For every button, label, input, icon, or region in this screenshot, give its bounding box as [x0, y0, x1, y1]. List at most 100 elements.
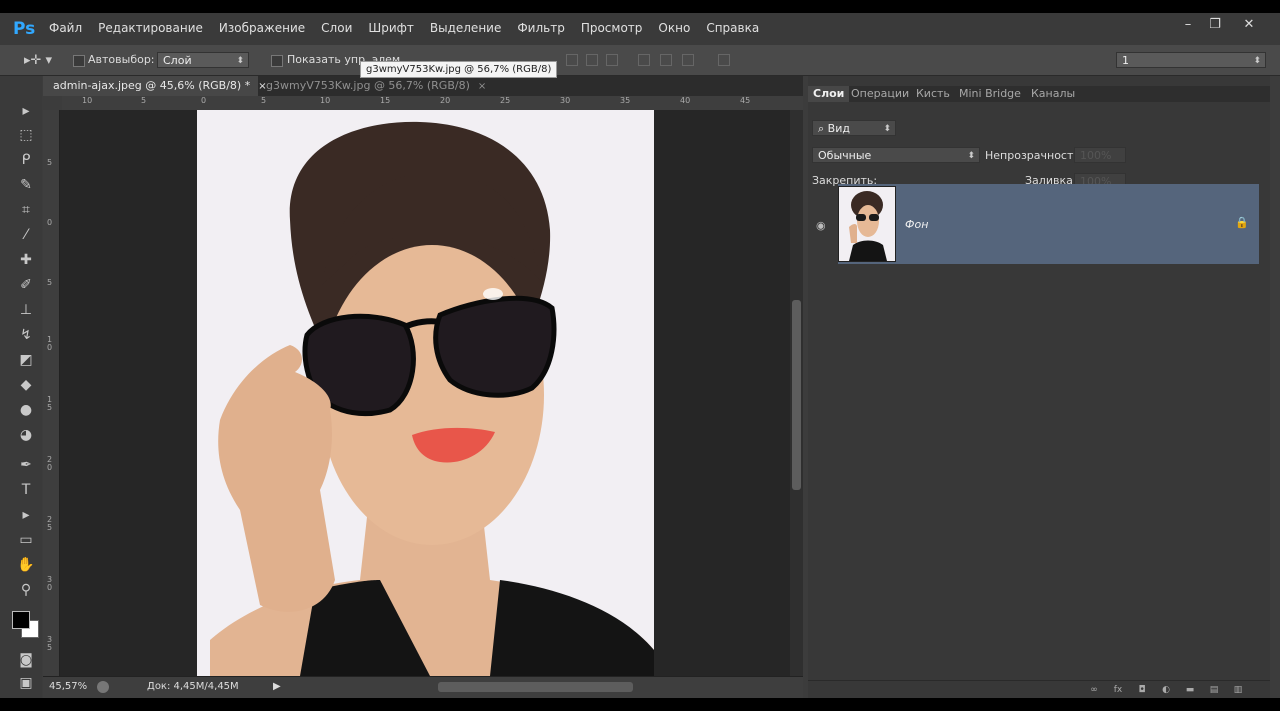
document-tabs: admin-ajax.jpeg @ 45,6% (RGB/8) * × g3wmy…: [43, 76, 803, 96]
tab-admin-ajax[interactable]: admin-ajax.jpeg @ 45,6% (RGB/8) * ×: [43, 76, 267, 96]
autoselect-checkbox[interactable]: [73, 55, 85, 67]
menu-window[interactable]: Окно: [650, 21, 698, 35]
lasso-tool-icon[interactable]: ᑭ: [16, 151, 36, 169]
ruler-label: 25: [500, 96, 511, 105]
close-button[interactable]: ✕: [1238, 16, 1260, 34]
layer-row-background[interactable]: Фон 🔒: [838, 184, 1259, 264]
dodge-tool-icon[interactable]: ◕: [16, 426, 36, 444]
eraser-tool-icon[interactable]: ◩: [16, 351, 36, 369]
shape-tool-icon[interactable]: ▭: [16, 531, 36, 549]
marquee-tool-icon[interactable]: ⬚: [16, 126, 36, 144]
add-mask-icon[interactable]: ◘: [1136, 685, 1148, 695]
pen-tool-icon[interactable]: ✒: [16, 456, 36, 474]
layers-panel: Слои Операции Кисть Mini Bridge Каналы ⌕…: [808, 76, 1270, 698]
hand-tool-icon[interactable]: ✋: [16, 556, 36, 574]
align-top-icon[interactable]: [566, 54, 578, 66]
chevron-down-icon: ⬍: [1253, 56, 1261, 66]
menu-items: Файл Редактирование Изображение Слои Шри…: [41, 21, 767, 35]
horizontal-ruler: 10 5 0 5 10 15 20 25 30 35 40 45: [62, 96, 803, 111]
quick-select-icon[interactable]: ✎: [16, 176, 36, 194]
menu-layers[interactable]: Слои: [313, 21, 360, 35]
tab-layers[interactable]: Слои: [808, 86, 850, 102]
trash-icon[interactable]: ▥: [1232, 685, 1244, 695]
ruler-label: 30: [560, 96, 571, 105]
zoom-tool-icon[interactable]: ⚲: [16, 581, 36, 599]
history-brush-icon[interactable]: ↯: [16, 326, 36, 344]
autoselect-label: Автовыбор:: [88, 53, 155, 66]
workspace-dropdown[interactable]: 1 ⬍: [1116, 52, 1266, 68]
clone-stamp-icon[interactable]: ⊥: [16, 301, 36, 319]
layer-filter-dropdown[interactable]: ⌕ Вид ⬍: [812, 120, 896, 136]
quick-mask-icon[interactable]: ◙: [16, 651, 36, 669]
ruler-label: 5: [141, 96, 147, 105]
foreground-color-swatch[interactable]: [12, 611, 30, 629]
tab-channels[interactable]: Каналы: [1026, 86, 1080, 102]
adjustment-layer-icon[interactable]: ◐: [1160, 685, 1172, 695]
layers-panel-footer: ∞ fx ◘ ◐ ▬ ▤ ▥: [808, 680, 1270, 698]
tab-label: g3wmyV753Kw.jpg @ 56,7% (RGB/8): [266, 79, 470, 92]
close-icon[interactable]: ×: [478, 81, 486, 92]
autoselect-value: Слой: [163, 54, 192, 67]
menu-help[interactable]: Справка: [698, 21, 767, 35]
tab-brush[interactable]: Кисть: [911, 86, 955, 102]
path-select-icon[interactable]: ▸: [16, 506, 36, 524]
screen-mode-icon[interactable]: ▣: [16, 674, 36, 692]
vertical-scroll-thumb[interactable]: [792, 300, 801, 490]
distribute-right-icon[interactable]: [682, 54, 694, 66]
minimize-button[interactable]: –: [1177, 16, 1199, 34]
layer-thumbnail: [838, 186, 896, 262]
status-info-icon[interactable]: [97, 681, 109, 693]
ruler-label: 10: [82, 96, 93, 105]
distribute-center-icon[interactable]: [660, 54, 672, 66]
move-tool-icon[interactable]: ▸: [16, 102, 36, 120]
align-middle-icon[interactable]: [586, 54, 598, 66]
align-bottom-icon[interactable]: [606, 54, 618, 66]
ruler-label: 5: [261, 96, 267, 105]
status-menu-arrow-icon[interactable]: ▶: [273, 681, 281, 692]
opacity-input[interactable]: 100%: [1074, 147, 1126, 163]
autoselect-dropdown[interactable]: Слой ⬍: [157, 52, 249, 68]
menu-type[interactable]: Шрифт: [360, 21, 422, 35]
vertical-scrollbar[interactable]: [790, 110, 803, 676]
new-layer-icon[interactable]: ▤: [1208, 685, 1220, 695]
paint-bucket-icon[interactable]: ◆: [16, 376, 36, 394]
type-tool-icon[interactable]: T: [16, 481, 36, 499]
menu-select[interactable]: Выделение: [422, 21, 509, 35]
chevron-down-icon: ⬍: [236, 56, 244, 66]
ruler-label: 0: [201, 96, 207, 105]
healing-brush-icon[interactable]: ✚: [16, 251, 36, 269]
eyedropper-icon[interactable]: ⁄: [16, 226, 36, 244]
brush-tool-icon[interactable]: ✐: [16, 276, 36, 294]
options-bar: ▸✛ ▾ Автовыбор: Слой ⬍ Показать упр. элем…: [0, 45, 1280, 76]
blend-mode-value: Обычные: [818, 149, 872, 162]
thumbnail-image: [839, 187, 895, 261]
tab-actions[interactable]: Операции: [846, 86, 914, 102]
tab-g3wmy[interactable]: g3wmyV753Kw.jpg @ 56,7% (RGB/8) ×: [256, 76, 496, 96]
menu-edit[interactable]: Редактирование: [90, 21, 211, 35]
new-group-icon[interactable]: ▬: [1184, 685, 1196, 695]
blur-tool-icon[interactable]: ●: [16, 401, 36, 419]
crop-tool-icon[interactable]: ⌗: [16, 201, 36, 219]
vertical-ruler: 5 0 5 1 0 1 5 2 0 2 5 3 0 3 5: [43, 110, 60, 676]
opacity-value: 100%: [1080, 149, 1112, 162]
menu-view[interactable]: Просмотр: [573, 21, 651, 35]
menu-file[interactable]: Файл: [41, 21, 90, 35]
menu-image[interactable]: Изображение: [211, 21, 313, 35]
move-tool-icon[interactable]: ▸✛ ▾: [24, 53, 52, 68]
horizontal-scroll-thumb[interactable]: [438, 682, 633, 692]
eye-icon[interactable]: ◉: [816, 219, 826, 232]
restore-button[interactable]: ❐: [1204, 16, 1226, 34]
show-controls-checkbox[interactable]: [271, 55, 283, 67]
blend-mode-dropdown[interactable]: Обычные ⬍: [812, 147, 980, 163]
tab-mini-bridge[interactable]: Mini Bridge: [954, 86, 1026, 102]
distribute-left-icon[interactable]: [638, 54, 650, 66]
ruler-label: 45: [740, 96, 751, 105]
auto-align-icon[interactable]: [718, 54, 730, 66]
ruler-label: 35: [620, 96, 631, 105]
link-layers-icon[interactable]: ∞: [1088, 685, 1100, 695]
layer-name[interactable]: Фон: [905, 218, 928, 231]
menu-filter[interactable]: Фильтр: [509, 21, 572, 35]
zoom-level[interactable]: 45,57%: [49, 681, 87, 692]
document-canvas[interactable]: [60, 110, 790, 676]
fx-icon[interactable]: fx: [1112, 685, 1124, 695]
